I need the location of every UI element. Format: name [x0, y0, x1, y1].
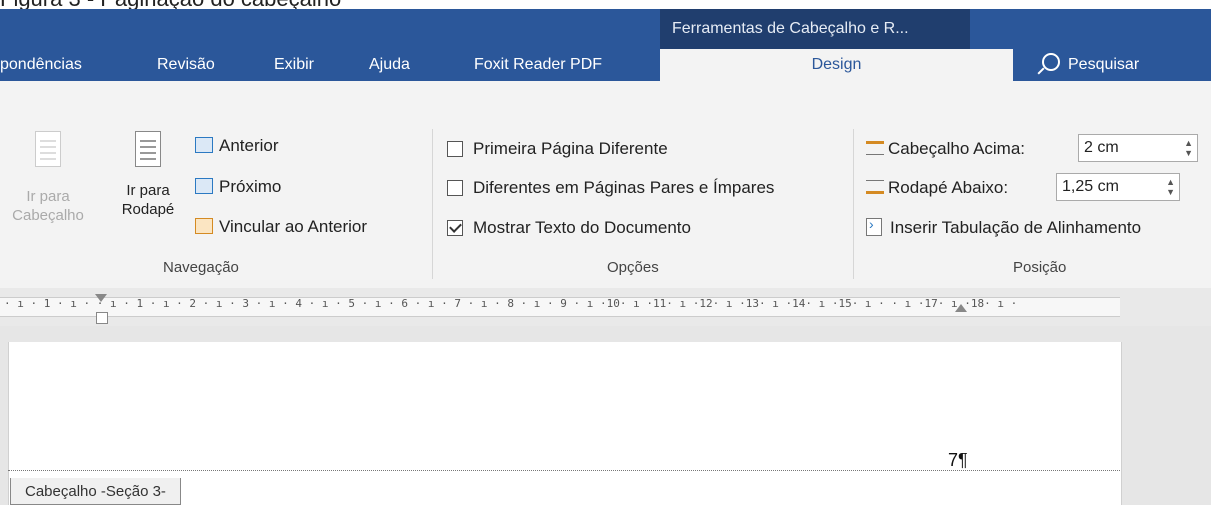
checkbox-different-odd-even[interactable]: [447, 180, 463, 196]
tab-design[interactable]: Design: [660, 49, 1013, 81]
ribbon-tabs: pondências Revisão Exibir Ajuda Foxit Re…: [0, 49, 1211, 81]
footer-from-bottom-input[interactable]: 1,25 cm ▲ ▼: [1056, 173, 1180, 201]
checkbox-show-document-text[interactable]: [447, 220, 463, 236]
link-to-previous-icon: [195, 218, 213, 234]
footer-from-bottom-control: Rodapé Abaixo:: [866, 178, 1008, 198]
footer-from-bottom-value: 1,25 cm: [1062, 178, 1119, 195]
option-show-document-text[interactable]: Mostrar Texto do Documento: [447, 218, 691, 238]
insert-alignment-tab-label: Inserir Tabulação de Alinhamento: [890, 218, 1142, 237]
header-from-top-label: Cabeçalho Acima:: [888, 139, 1026, 158]
insert-alignment-tab-button[interactable]: Inserir Tabulação de Alinhamento: [866, 216, 1142, 238]
header-section-tag: Cabeçalho -Seção 3-: [10, 478, 181, 505]
option-different-first-page-label: Primeira Página Diferente: [473, 139, 668, 158]
tab-foxit-reader-pdf[interactable]: Foxit Reader PDF: [474, 49, 602, 81]
link-to-previous-button[interactable]: Vincular ao Anterior: [195, 217, 367, 237]
group-label-opcoes: Opções: [607, 259, 659, 276]
tab-revisao[interactable]: Revisão: [157, 49, 215, 81]
go-to-header-line1: Ir para: [26, 188, 70, 205]
indent-marker-icon[interactable]: [95, 294, 107, 302]
contextual-tab-title: Ferramentas de Cabeçalho e R...: [660, 9, 970, 49]
option-show-document-text-label: Mostrar Texto do Documento: [473, 218, 691, 237]
header-position-icon: [866, 141, 884, 155]
search-label: Pesquisar: [1068, 56, 1140, 73]
search-button[interactable]: Pesquisar: [1042, 49, 1139, 81]
next-button[interactable]: Próximo: [195, 177, 281, 197]
tab-correspondencias[interactable]: pondências: [0, 49, 82, 81]
option-different-odd-even[interactable]: Diferentes em Páginas Pares e Ímpares: [447, 178, 774, 198]
header-from-top-input[interactable]: 2 cm ▲ ▼: [1078, 134, 1198, 162]
checkbox-different-first-page[interactable]: [447, 141, 463, 157]
footer-from-bottom-label: Rodapé Abaixo:: [888, 178, 1009, 197]
tab-exibir[interactable]: Exibir: [274, 49, 314, 81]
group-label-navegacao: Navegação: [163, 259, 239, 276]
tab-ajuda[interactable]: Ajuda: [369, 49, 410, 81]
ruler-ticks: · ı · 1 · ı · · ı · 1 · ı · 2 · ı · 3 · …: [4, 297, 1018, 310]
header-page-icon: [35, 131, 61, 167]
go-to-footer-line1: Ir para: [126, 182, 170, 199]
link-to-previous-label: Vincular ao Anterior: [219, 217, 368, 236]
header-from-top-value: 2 cm: [1084, 139, 1119, 156]
group-divider: [853, 129, 854, 279]
header-page-number[interactable]: 7¶: [948, 450, 968, 471]
group-divider: [432, 129, 433, 279]
ribbon-design: Ir para Cabeçalho Ir para Rodapé Anterio…: [0, 81, 1211, 288]
next-section-icon: [195, 178, 213, 194]
group-label-posicao: Posição: [1013, 259, 1067, 276]
go-to-footer-line2: Rodapé: [121, 201, 175, 218]
header-from-top-control: Cabeçalho Acima:: [866, 139, 1025, 159]
next-label: Próximo: [219, 177, 282, 196]
spinner-arrows-icon[interactable]: ▲ ▼: [1166, 177, 1175, 197]
previous-label: Anterior: [219, 136, 279, 155]
go-to-header-line2: Cabeçalho: [12, 207, 84, 224]
right-indent-marker-icon[interactable]: [955, 304, 967, 312]
alignment-tab-icon: [866, 216, 882, 236]
previous-section-icon: [195, 137, 213, 153]
footer-position-icon: [866, 180, 884, 194]
search-icon: [1042, 53, 1060, 71]
spinner-arrows-icon[interactable]: ▲ ▼: [1184, 138, 1193, 158]
previous-button[interactable]: Anterior: [195, 136, 279, 156]
option-different-first-page[interactable]: Primeira Página Diferente: [447, 139, 668, 159]
go-to-footer-button[interactable]: Ir para Rodapé: [110, 131, 186, 219]
figure-caption: Figura 3 - Paginação do cabeçalho: [0, 0, 341, 11]
left-indent-marker-icon[interactable]: [96, 312, 108, 324]
footer-page-icon: [135, 131, 161, 167]
go-to-header-button[interactable]: Ir para Cabeçalho: [6, 131, 90, 225]
option-different-odd-even-label: Diferentes em Páginas Pares e Ímpares: [473, 178, 775, 197]
